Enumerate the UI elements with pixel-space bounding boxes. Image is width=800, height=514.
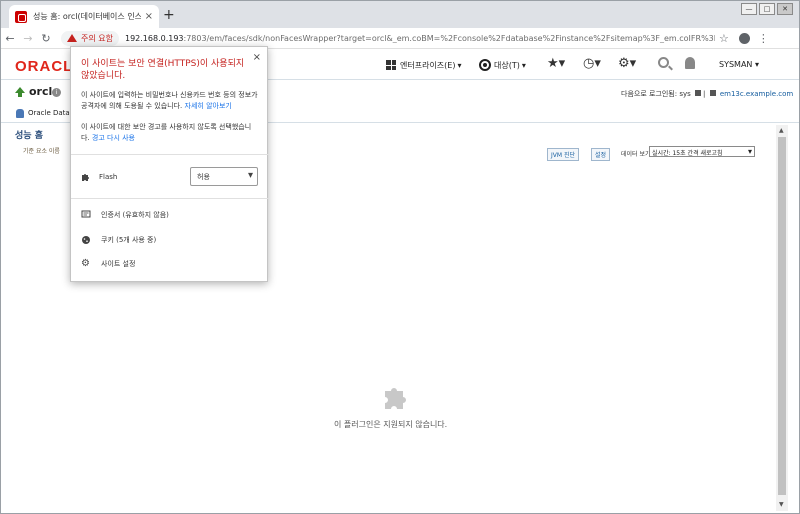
setup-gear-icon[interactable]: ⚙▾ [618,56,636,71]
jvm-diagnostics-button[interactable]: JVM 진단 [547,148,579,161]
close-window-button[interactable]: ✕ [777,3,793,15]
vertical-scrollbar[interactable]: ▲ ▼ [776,125,788,511]
popup-heading: 이 사이트는 보안 연결(HTTPS)이 사용되지 않았습니다. [81,59,245,81]
tab-strip: 성능 홈: orcl(데이터베이스 인스 × + — □ ✕ [1,1,799,28]
site-info-popup: × 이 사이트는 보안 연결(HTTPS)이 사용되지 않았습니다. 이 사이트… [70,46,269,282]
reenable-warnings-link[interactable]: 경고 다시 사용 [92,134,135,142]
scroll-thumb[interactable] [778,137,786,495]
cookies-label: 쿠키 (5개 사용 중) [101,236,157,244]
flash-permission-row: Flash [81,169,117,185]
popup-divider [71,154,269,155]
plugin-unsupported-message: 이 플러그인은 지원되지 않습니다. [334,420,448,429]
lock-icon [695,90,701,96]
flash-permission-select[interactable]: 허용 [190,167,258,186]
flash-puzzle-icon [82,174,89,181]
favorites-star-icon[interactable]: ★▾ [547,56,565,71]
tab-title: 성능 홈: orcl(데이터베이스 인스 [33,12,141,21]
url-host: 192.168.0.193 [124,33,184,43]
address-bar[interactable]: 192.168.0.193:7803/em/faces/sdk/nonFaces… [125,34,715,43]
security-status-chip[interactable]: 주의 요함 [61,30,119,46]
popup-divider [71,198,269,199]
user-menu[interactable]: SYSMAN ▾ [719,60,759,69]
cookie-icon [82,236,90,244]
window-controls: — □ ✕ [741,3,793,15]
bookmark-star-icon[interactable]: ☆ [719,32,729,45]
notification-bell-icon[interactable] [685,57,695,69]
popup-setting-text: 이 사이트에 대한 보안 경고를 사용하지 않도록 선택했습니다. 경고 다시 … [81,122,259,144]
enterprise-menu-label: 엔터프라이즈(E) [400,60,456,70]
page-title: 성능 홈 [15,131,43,141]
scroll-down-icon[interactable]: ▼ [779,501,784,508]
browser-menu-icon[interactable]: ⋮ [758,32,769,45]
popup-warning-text: 이 사이트에 입력하는 비밀번호나 신용카드 번호 등의 정보가 공격자에 의해… [81,90,259,112]
oracle-favicon-icon [15,10,27,23]
target-name[interactable]: orcl [29,85,52,98]
subnav-divider [267,105,275,123]
new-tab-button[interactable]: + [163,8,175,22]
learn-more-link[interactable]: 자세히 알아보기 [185,102,232,110]
search-icon[interactable] [658,57,669,68]
security-chip-label: 주의 요함 [81,33,113,43]
flash-label: Flash [99,173,118,181]
browser-window: 성능 홈: orcl(데이터베이스 인스 × + — □ ✕ ← → ↻ 주의 … [0,0,800,514]
account-icon[interactable] [738,32,750,44]
user-menu-label: SYSMAN [719,60,753,69]
status-up-arrow-icon [15,87,25,97]
back-arrow-icon[interactable]: ← [1,32,19,45]
popup-close-icon[interactable]: × [253,52,261,63]
reload-icon[interactable]: ↻ [37,32,55,45]
host-link[interactable]: em13c.example.com [720,90,793,98]
site-settings-label: 사이트 설정 [101,260,136,268]
enterprise-grid-icon [386,60,396,70]
scroll-up-icon[interactable]: ▲ [779,127,784,134]
certificate-icon [81,210,91,218]
tab-close-icon[interactable]: × [145,11,153,22]
settings-button[interactable]: 설정 [591,148,611,161]
history-clock-icon[interactable]: ◷▾ [583,56,601,71]
cookies-row[interactable]: 쿠키 (5개 사용 중) [81,232,156,248]
forward-arrow-icon[interactable]: → [19,32,37,45]
warning-icon [67,34,77,42]
target-menu-label: 대상(T) [494,60,520,70]
flash-select-value: 허용 [197,173,210,181]
host-icon [709,90,716,96]
puzzle-plugin-icon [385,388,406,409]
browser-tab[interactable]: 성능 홈: orcl(데이터베이스 인스 × [9,5,159,28]
site-settings-row[interactable]: ⚙ 사이트 설정 [81,256,135,272]
page-subtitle: 기준 요소 이름 [23,148,60,155]
url-path: :7803/em/faces/sdk/nonFacesWrapper?targe… [183,33,715,43]
login-info: 다음으로 로그인됨: sys | em13c.example.com [621,90,794,98]
enterprise-menu[interactable]: 엔터프라이즈(E) ▾ [386,56,461,74]
certificate-label: 인증서 (유효하지 않음) [101,211,169,219]
minimize-button[interactable]: — [741,3,757,15]
certificate-row[interactable]: 인증서 (유효하지 않음) [81,207,169,223]
target-icon [479,59,491,71]
data-view-value: 실시간: 15초 간격 새로고침 [652,150,723,157]
database-menu[interactable]: Oracle Datab [28,109,74,117]
info-icon[interactable]: i [52,88,61,97]
settings-gear-icon: ⚙ [81,258,90,269]
target-menu[interactable]: 대상(T) ▾ [479,56,526,74]
maximize-button[interactable]: □ [759,3,775,15]
database-icon [16,109,24,118]
data-view-label: 데이터 보기 [621,151,651,158]
data-view-select[interactable]: 실시간: 15초 간격 새로고침 [649,146,755,157]
login-label: 다음으로 로그인됨: sys [621,90,691,98]
